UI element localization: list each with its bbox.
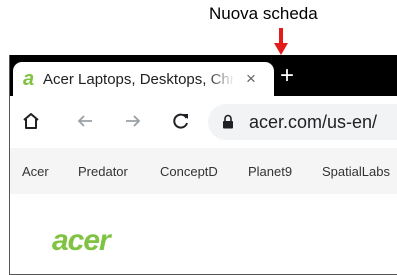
acer-logo[interactable]: acer (52, 226, 111, 256)
close-tab-icon[interactable]: × (241, 69, 261, 89)
address-bar[interactable]: acer.com/us-en/ (208, 104, 397, 140)
nav-item-predator[interactable]: Predator (78, 164, 128, 179)
new-tab-callout-label: Nuova scheda (209, 4, 318, 23)
url-text: acer.com/us-en/ (249, 112, 378, 132)
home-icon[interactable] (21, 111, 41, 131)
nav-item-planet9[interactable]: Planet9 (248, 164, 292, 179)
tab-acer[interactable]: a Acer Laptops, Desktops, Chromebooks × (13, 62, 274, 96)
browser-window: a Acer Laptops, Desktops, Chromebooks × … (9, 55, 397, 275)
reload-icon[interactable] (171, 111, 191, 131)
back-arrow-icon[interactable] (75, 111, 95, 131)
lock-icon (223, 114, 233, 129)
acer-favicon-icon: a (23, 68, 35, 90)
site-nav-bar: Acer Predator ConceptD Planet9 SpatialLa… (10, 148, 397, 194)
callout-arrow-icon (274, 28, 288, 55)
tab-title: Acer Laptops, Desktops, Chromebooks (43, 71, 233, 88)
nav-item-spatiallabs[interactable]: SpatialLabs (322, 164, 390, 179)
nav-item-acer[interactable]: Acer (22, 164, 49, 179)
forward-arrow-icon[interactable] (123, 111, 143, 131)
tab-title-fade (207, 62, 235, 96)
new-tab-button[interactable]: + (276, 64, 298, 88)
nav-item-conceptd[interactable]: ConceptD (160, 164, 218, 179)
tab-strip: a Acer Laptops, Desktops, Chromebooks × … (10, 55, 397, 96)
browser-toolbar: acer.com/us-en/ (10, 96, 397, 148)
page-content: acer (10, 194, 397, 274)
